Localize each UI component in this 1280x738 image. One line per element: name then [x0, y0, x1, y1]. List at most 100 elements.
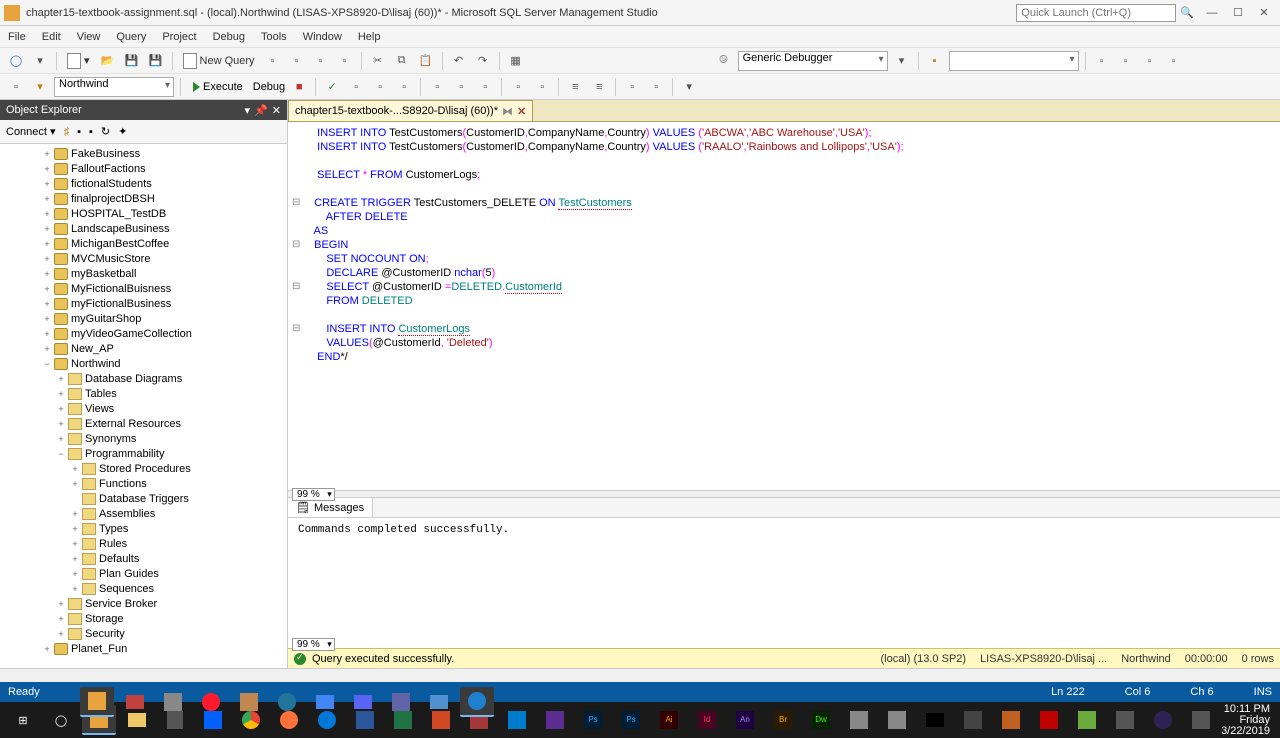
tb-icon-11[interactable]: ▫	[1164, 51, 1184, 71]
taskbar-app-ps[interactable]: Ps	[576, 705, 610, 735]
taskbar-app-r2-2[interactable]	[156, 687, 190, 717]
taskbar-app-generic2[interactable]	[880, 705, 914, 735]
tb2-icon-6[interactable]: ▫	[427, 77, 447, 97]
quick-launch-input[interactable]	[1016, 4, 1176, 22]
tab-close-icon[interactable]: ✕	[517, 105, 526, 118]
taskbar-app-br[interactable]: Br	[766, 705, 800, 735]
tree-node[interactable]: +finalprojectDBSH	[0, 191, 287, 206]
save-icon[interactable]: 💾	[122, 51, 142, 71]
tree-node[interactable]: +myFictionalBusiness	[0, 296, 287, 311]
tb-icon-4[interactable]: ▫	[335, 51, 355, 71]
tree-node[interactable]: +New_AP	[0, 341, 287, 356]
system-clock[interactable]: 10:11 PM Friday 3/22/2019	[1221, 704, 1276, 737]
tree-node[interactable]: +myBasketball	[0, 266, 287, 281]
paste-icon[interactable]: 📋	[416, 51, 436, 71]
minimize-button[interactable]: —	[1200, 3, 1224, 23]
messages-zoom-combo[interactable]: 99 %	[292, 638, 335, 651]
taskbar-app-generic6[interactable]	[1108, 705, 1142, 735]
tb2-icon-13[interactable]: ▾	[679, 77, 699, 97]
tb2-icon-7[interactable]: ▫	[451, 77, 471, 97]
taskbar-app-ps2[interactable]: Ps	[614, 705, 648, 735]
fwd-icon[interactable]: ▾	[30, 51, 50, 71]
menu-view[interactable]: View	[77, 31, 101, 43]
taskbar-app-id[interactable]: Id	[690, 705, 724, 735]
taskbar-app-r2-5[interactable]	[460, 687, 494, 717]
oe-filter-icon[interactable]: ♯	[64, 126, 70, 138]
code-editor[interactable]: INSERT INTO TestCustomers(CustomerID,Com…	[288, 122, 1280, 490]
tb-icon-3[interactable]: ▫	[311, 51, 331, 71]
tree-node[interactable]: +Database Diagrams	[0, 371, 287, 386]
stop-icon[interactable]: ■	[289, 77, 309, 97]
cut-icon[interactable]: ✂	[368, 51, 388, 71]
tb2-icon-4[interactable]: ▫	[370, 77, 390, 97]
tb2-icon-1[interactable]: ▫	[6, 77, 26, 97]
tree-node[interactable]: +Tables	[0, 386, 287, 401]
tree-node[interactable]: −Programmability	[0, 446, 287, 461]
taskbar-app-wordpress[interactable]	[270, 687, 304, 717]
taskbar-app-eclipse[interactable]	[1146, 705, 1180, 735]
new-query-button[interactable]: New Query	[179, 51, 259, 71]
tree-node[interactable]: +Sequences	[0, 581, 287, 596]
tb-icon-6[interactable]: ▾	[892, 51, 912, 71]
zoom-combo[interactable]: 99 %	[292, 488, 335, 501]
tree-node[interactable]: +Views	[0, 401, 287, 416]
editor-splitter[interactable]: 99 %	[288, 490, 1280, 498]
cortana-icon[interactable]: ◯	[44, 705, 78, 735]
save-all-icon[interactable]: 💾	[146, 51, 166, 71]
taskbar-app-gmail[interactable]	[308, 687, 342, 717]
oe-tb-icon-1[interactable]: ▪	[77, 126, 81, 138]
oe-refresh-icon[interactable]: ↻	[101, 125, 110, 138]
menu-tools[interactable]: Tools	[261, 31, 287, 43]
taskbar-app-an[interactable]: An	[728, 705, 762, 735]
tree-node[interactable]: +HOSPITAL_TestDB	[0, 206, 287, 221]
menu-window[interactable]: Window	[303, 31, 342, 43]
taskbar-app-generic7[interactable]	[1184, 705, 1218, 735]
debugger-combo[interactable]: Generic Debugger	[738, 51, 888, 71]
tree-node[interactable]: +Stored Procedures	[0, 461, 287, 476]
editor-tab[interactable]: chapter15-textbook-...S8920-D\lisaj (60)…	[288, 100, 533, 121]
indent-icon[interactable]: ≡	[565, 77, 585, 97]
tree-node[interactable]: +Plan Guides	[0, 566, 287, 581]
tb2-icon-10[interactable]: ▫	[532, 77, 552, 97]
tree-node[interactable]: +FalloutFactions	[0, 161, 287, 176]
tb-icon-5[interactable]: ▦	[506, 51, 526, 71]
execute-button[interactable]: Execute	[187, 77, 249, 97]
taskbar-app-teams[interactable]	[384, 687, 418, 717]
taskbar-app-r2-3[interactable]	[232, 687, 266, 717]
tree-node[interactable]: +Security	[0, 626, 287, 641]
tree-node[interactable]: +Assemblies	[0, 506, 287, 521]
tree-node[interactable]: +myVideoGameCollection	[0, 326, 287, 341]
taskbar-app-r2-1[interactable]	[118, 687, 152, 717]
menu-help[interactable]: Help	[358, 31, 381, 43]
redo-icon[interactable]: ↷	[473, 51, 493, 71]
tb-icon-2[interactable]: ▫	[287, 51, 307, 71]
taskbar-app-dw[interactable]: Dw	[804, 705, 838, 735]
tree-node[interactable]: +MVCMusicStore	[0, 251, 287, 266]
oe-close-icon[interactable]: ✕	[272, 104, 281, 117]
tb-icon-7[interactable]: ▪	[925, 51, 945, 71]
back-icon[interactable]: ◯	[6, 51, 26, 71]
empty-combo[interactable]	[949, 51, 1079, 71]
taskbar-app-generic5[interactable]	[1070, 705, 1104, 735]
tree-node[interactable]: +External Resources	[0, 416, 287, 431]
tree-node[interactable]: +fictionalStudents	[0, 176, 287, 191]
taskbar-app-vscode[interactable]	[500, 705, 534, 735]
messages-tab[interactable]: 🗒 Messages	[288, 498, 373, 517]
tree-node[interactable]: +MichiganBestCoffee	[0, 236, 287, 251]
tree-node[interactable]: +FakeBusiness	[0, 146, 287, 161]
oe-tb-icon-3[interactable]: ✦	[118, 125, 127, 138]
horizontal-scrollbar[interactable]	[0, 668, 1280, 682]
copy-icon[interactable]: ⧉	[392, 51, 412, 71]
menu-edit[interactable]: Edit	[42, 31, 61, 43]
menu-debug[interactable]: Debug	[213, 31, 245, 43]
tree-node[interactable]: +Synonyms	[0, 431, 287, 446]
taskbar-app-generic4[interactable]	[994, 705, 1028, 735]
oe-tb-icon-2[interactable]: ▪	[89, 126, 93, 138]
tree-node[interactable]: +myGuitarShop	[0, 311, 287, 326]
oe-pin-icon[interactable]: 📌	[254, 104, 268, 117]
close-button[interactable]: ✕	[1252, 3, 1276, 23]
taskbar-app-cmd[interactable]	[918, 705, 952, 735]
tb2-icon-9[interactable]: ▫	[508, 77, 528, 97]
tb-icon-1[interactable]: ▫	[263, 51, 283, 71]
outdent-icon[interactable]: ≡	[589, 77, 609, 97]
